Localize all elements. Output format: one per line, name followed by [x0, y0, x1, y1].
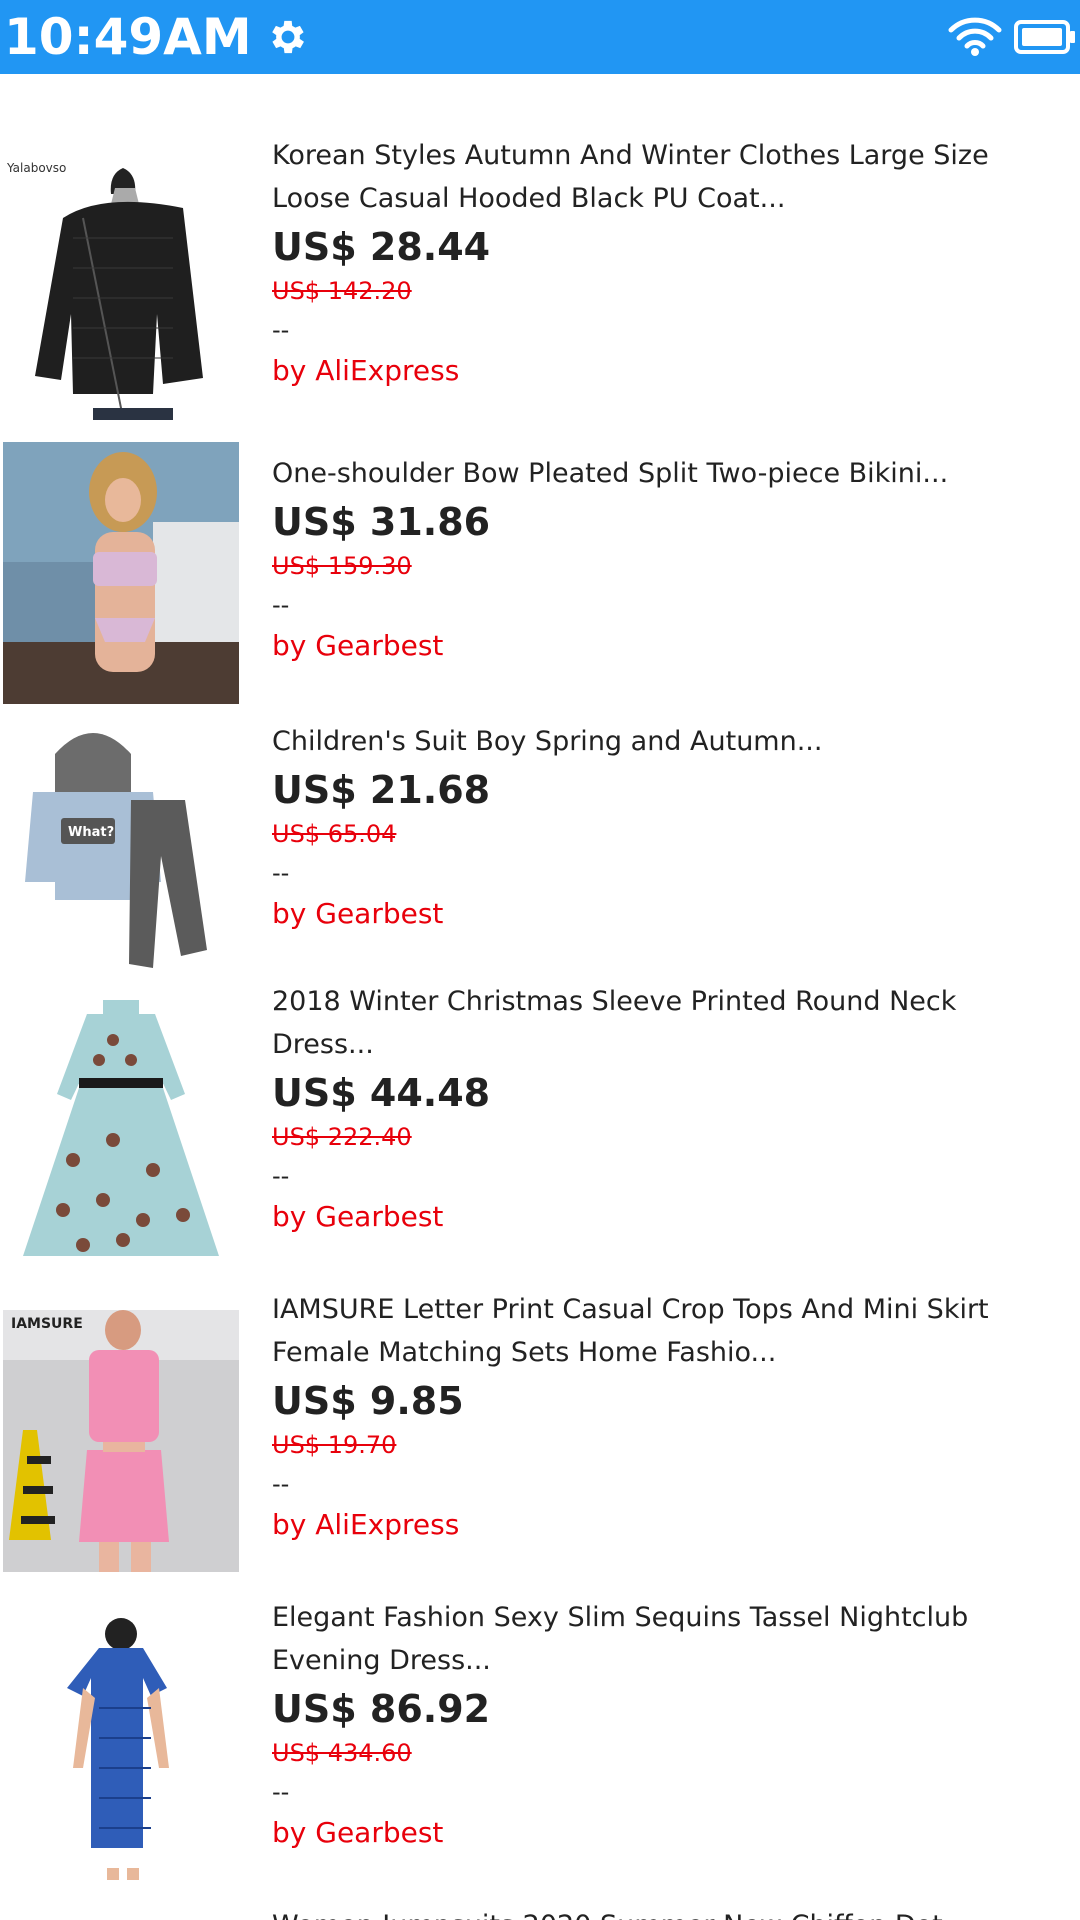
product-seller[interactable]: by Gearbest	[272, 1196, 1062, 1238]
status-right	[948, 0, 1076, 74]
status-time: 10:49AM	[4, 8, 252, 66]
product-info: Children's Suit Boy Spring and Autumn...…	[272, 720, 1062, 935]
wifi-icon	[948, 17, 1002, 57]
image-brand-label: Yalabovso	[6, 161, 66, 175]
product-seller[interactable]: by Gearbest	[272, 625, 1062, 667]
image-brand-label: IAMSURE	[11, 1316, 83, 1332]
product-old-price: US$ 65.04	[272, 820, 397, 848]
product-image[interactable]: IAMSURE	[3, 1310, 239, 1572]
product-title[interactable]: IAMSURE Letter Print Casual Crop Tops An…	[272, 1288, 1062, 1374]
list-item[interactable]: Elegant Fashion Sexy Slim Sequins Tassel…	[0, 1596, 1080, 1896]
product-seller[interactable]: by AliExpress	[272, 1504, 1062, 1546]
gear-icon	[266, 15, 310, 59]
product-price: US$ 28.44	[272, 225, 491, 269]
product-price: US$ 86.92	[272, 1687, 491, 1731]
product-seller[interactable]: by Gearbest	[272, 1812, 1062, 1854]
product-rating: --	[272, 1778, 290, 1806]
product-price: US$ 31.86	[272, 500, 491, 544]
product-title[interactable]: 2018 Winter Christmas Sleeve Printed Rou…	[272, 980, 1062, 1066]
status-left: 10:49AM	[4, 0, 310, 74]
product-rating: --	[272, 591, 290, 619]
product-title[interactable]: Korean Styles Autumn And Winter Clothes …	[272, 134, 1062, 220]
list-item[interactable]: What? Children's Suit Boy Spring and Aut…	[0, 714, 1080, 980]
product-old-price: US$ 434.60	[272, 1739, 412, 1767]
product-price: US$ 21.68	[272, 768, 491, 812]
list-item[interactable]: Yalabovso Korean Styles Autumn And Winte…	[0, 134, 1080, 424]
product-rating: --	[272, 1470, 290, 1498]
product-info: One-shoulder Bow Pleated Split Two-piece…	[272, 452, 1062, 667]
product-seller[interactable]: by AliExpress	[272, 350, 1062, 392]
product-image[interactable]	[3, 1000, 239, 1262]
product-price: US$ 44.48	[272, 1071, 491, 1115]
product-info: 2018 Winter Christmas Sleeve Printed Rou…	[272, 980, 1062, 1238]
product-rating: --	[272, 1162, 290, 1190]
product-old-price: US$ 222.40	[272, 1123, 412, 1151]
product-old-price: US$ 142.20	[272, 277, 412, 305]
list-item[interactable]: One-shoulder Bow Pleated Split Two-piece…	[0, 442, 1080, 708]
product-rating: --	[272, 859, 290, 887]
product-info: Elegant Fashion Sexy Slim Sequins Tassel…	[272, 1596, 1062, 1854]
product-image[interactable]: Yalabovso	[3, 158, 239, 420]
list-item[interactable]: IAMSURE IAMSURE Letter Print Casual Crop…	[0, 1288, 1080, 1588]
battery-icon	[1014, 19, 1076, 55]
image-shirt-label: What?	[68, 825, 114, 840]
product-old-price: US$ 159.30	[272, 552, 412, 580]
product-seller[interactable]: by Gearbest	[272, 893, 1062, 935]
status-bar: 10:49AM	[0, 0, 1080, 74]
product-list[interactable]: Yalabovso Korean Styles Autumn And Winte…	[0, 74, 1080, 1920]
product-info: Korean Styles Autumn And Winter Clothes …	[272, 134, 1062, 392]
product-title[interactable]: Elegant Fashion Sexy Slim Sequins Tassel…	[272, 1596, 1062, 1682]
product-image[interactable]	[3, 1618, 239, 1880]
product-price: US$ 9.85	[272, 1379, 464, 1423]
product-title[interactable]: One-shoulder Bow Pleated Split Two-piece…	[272, 452, 1062, 495]
product-image[interactable]	[3, 442, 239, 704]
list-item[interactable]: Women Jumpsuits 2020 Summer New Chiffon …	[0, 1904, 1080, 1920]
product-info: Women Jumpsuits 2020 Summer New Chiffon …	[272, 1904, 1062, 1920]
product-info: IAMSURE Letter Print Casual Crop Tops An…	[272, 1288, 1062, 1546]
product-rating: --	[272, 316, 290, 344]
product-old-price: US$ 19.70	[272, 1431, 397, 1459]
product-image[interactable]: What?	[3, 714, 239, 976]
product-title[interactable]: Women Jumpsuits 2020 Summer New Chiffon …	[272, 1904, 1062, 1920]
list-item[interactable]: 2018 Winter Christmas Sleeve Printed Rou…	[0, 980, 1080, 1280]
product-title[interactable]: Children's Suit Boy Spring and Autumn...	[272, 720, 1062, 763]
